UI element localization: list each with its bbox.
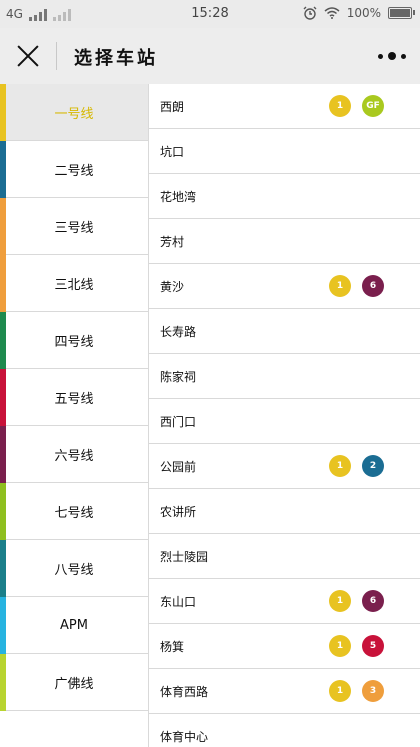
battery-icon: [388, 7, 415, 19]
station-row[interactable]: 体育西路 1 3: [149, 669, 420, 714]
line-badge: 1: [329, 635, 351, 657]
transfer-badges: 1 GF: [329, 95, 384, 117]
station-name: 长寿路: [160, 324, 197, 339]
line-color-bar: [0, 84, 6, 141]
title-bar: 选择车站: [0, 28, 420, 84]
line-color-bar: [0, 198, 6, 255]
station-row[interactable]: 东山口 1 6: [149, 579, 420, 624]
station-row[interactable]: 西朗 1 GF: [149, 84, 420, 129]
line-label: 三号线: [54, 220, 94, 236]
line-item[interactable]: 四号线: [0, 312, 148, 369]
line-badge: 1: [329, 275, 351, 297]
line-color-bar: [0, 540, 6, 597]
line-label: 四号线: [54, 334, 94, 350]
transfer-badges: 12: [329, 455, 384, 477]
station-row[interactable]: 芳村: [149, 219, 420, 264]
line-color-bar: [0, 312, 6, 369]
station-row[interactable]: 黄沙 1 6: [149, 264, 420, 309]
station-name: 东山口: [160, 594, 197, 609]
close-icon[interactable]: [14, 42, 42, 70]
station-row[interactable]: 坑口: [149, 129, 420, 174]
line-label: 广佛线: [54, 676, 94, 692]
status-right: 100%: [303, 6, 415, 20]
line-color-bar: [0, 426, 6, 483]
station-name: 陈家祠: [160, 369, 197, 384]
wifi-icon: [324, 7, 340, 19]
line-color-bar: [0, 369, 6, 426]
line-item[interactable]: APM: [0, 597, 148, 654]
station-name: 杨箕: [160, 639, 185, 654]
station-row[interactable]: 长寿路: [149, 309, 420, 354]
line-badge: 1: [329, 455, 351, 477]
line-badge: GF: [362, 95, 384, 117]
more-options-icon[interactable]: [378, 48, 406, 64]
line-label: 七号线: [54, 505, 94, 521]
line-color-bar: [0, 483, 6, 540]
line-item[interactable]: 三号线: [0, 198, 148, 255]
station-name: 芳村: [160, 234, 185, 249]
transfer-badges: 16: [329, 275, 384, 297]
station-row[interactable]: 公园前 1 2: [149, 444, 420, 489]
line-badge: 1: [329, 680, 351, 702]
line-color-bar: [0, 141, 6, 198]
line-label: 六号线: [54, 448, 94, 464]
line-label: 三北线: [54, 277, 94, 293]
station-name: 烈士陵园: [160, 549, 209, 564]
station-row[interactable]: 陈家祠: [149, 354, 420, 399]
station-row[interactable]: 西门口: [149, 399, 420, 444]
station-name: 公园前: [160, 459, 197, 474]
station-name: 坑口: [160, 144, 185, 159]
line-item[interactable]: 五号线: [0, 369, 148, 426]
station-name: 西门口: [160, 414, 197, 429]
title-divider: [56, 42, 57, 70]
station-name: 花地湾: [160, 189, 197, 204]
station-name: 体育中心: [160, 729, 209, 744]
line-item[interactable]: 广佛线: [0, 654, 148, 711]
line-sidebar: 一号线二号线三号线三北线四号线五号线六号线七号线八号线 APM 广佛线: [0, 84, 149, 747]
line-badge: 1: [329, 95, 351, 117]
station-name: 黄沙: [160, 279, 185, 294]
station-row[interactable]: 体育中心: [149, 714, 420, 747]
station-row[interactable]: 烈士陵园: [149, 534, 420, 579]
line-item[interactable]: 七号线: [0, 483, 148, 540]
line-label: 八号线: [54, 562, 94, 578]
line-label: APM: [60, 617, 88, 633]
status-bar: 4G 15:28 100%: [0, 0, 420, 28]
transfer-badges: 13: [329, 680, 384, 702]
line-badge: 6: [362, 275, 384, 297]
line-label: 二号线: [54, 163, 94, 179]
line-label: 五号线: [54, 391, 94, 407]
line-color-bar: [0, 654, 6, 711]
station-row[interactable]: 花地湾: [149, 174, 420, 219]
line-badge: 3: [362, 680, 384, 702]
line-badge: 2: [362, 455, 384, 477]
alarm-icon: [303, 6, 317, 20]
line-item[interactable]: 二号线: [0, 141, 148, 198]
station-name: 体育西路: [160, 684, 209, 699]
line-color-bar: [0, 597, 6, 654]
page-title: 选择车站: [74, 48, 158, 69]
battery-percent: 100%: [346, 6, 381, 20]
transfer-badges: 15: [329, 635, 384, 657]
line-item[interactable]: 六号线: [0, 426, 148, 483]
station-row[interactable]: 农讲所: [149, 489, 420, 534]
station-name: 西朗: [160, 99, 185, 114]
line-badge: 6: [362, 590, 384, 612]
line-item[interactable]: 三北线: [0, 255, 148, 312]
line-badge: 5: [362, 635, 384, 657]
line-color-bar: [0, 255, 6, 312]
station-name: 农讲所: [160, 504, 197, 519]
line-item[interactable]: 一号线: [0, 84, 148, 141]
station-row[interactable]: 杨箕 1 5: [149, 624, 420, 669]
station-list: 西朗 1 GF 坑口 花地湾 芳村 黄沙 1 6 长寿路 陈家祠 西门口 公园前 1 2 农讲所 烈士陵园 东山口…: [149, 84, 420, 747]
line-badge: 1: [329, 590, 351, 612]
transfer-badges: 16: [329, 590, 384, 612]
line-label: 一号线: [54, 106, 94, 122]
line-item[interactable]: 八号线: [0, 540, 148, 597]
